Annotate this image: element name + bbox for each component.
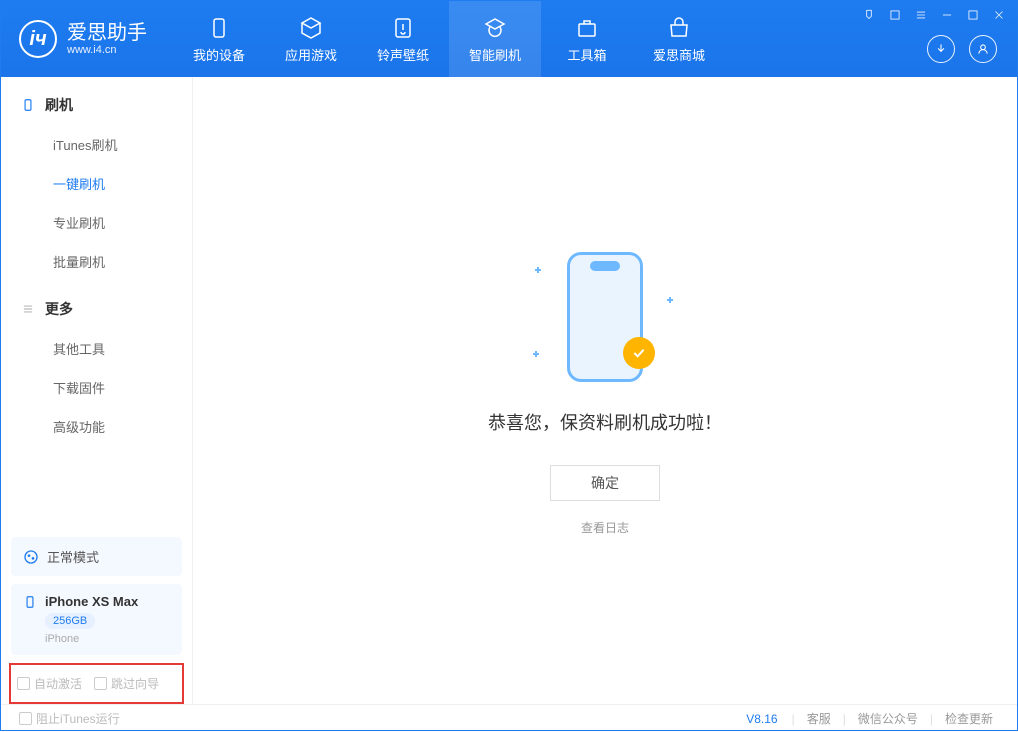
checkbox-label: 阻止iTunes运行	[36, 710, 120, 727]
footer: 阻止iTunes运行 V8.16 | 客服 | 微信公众号 | 检查更新	[1, 704, 1017, 732]
profile-button[interactable]	[969, 35, 997, 63]
skin-icon[interactable]	[887, 7, 903, 23]
top-nav: 我的设备 应用游戏 铃声壁纸 智能刷机 工具箱 爱思商城	[173, 1, 725, 77]
footer-link-support[interactable]: 客服	[801, 710, 837, 727]
sparkle-icon	[533, 351, 539, 357]
download-button[interactable]	[927, 35, 955, 63]
device-status[interactable]: 正常模式	[11, 537, 182, 576]
separator: |	[792, 712, 795, 726]
sidebar-item-download-firmware[interactable]: 下载固件	[1, 368, 192, 407]
header: iч 爱思助手 www.i4.cn 我的设备 应用游戏 铃声壁纸 智能刷机 工具…	[1, 1, 1017, 77]
body: 刷机 iTunes刷机 一键刷机 专业刷机 批量刷机 更多 其他工具 下载固件 …	[1, 77, 1017, 704]
device-icon	[23, 595, 37, 609]
checkbox-label: 跳过向导	[111, 675, 159, 692]
logo-area: iч 爱思助手 www.i4.cn	[1, 1, 165, 77]
nav-label: 应用游戏	[285, 45, 337, 64]
sidebar-group-flash: 刷机	[1, 77, 192, 125]
check-badge-icon	[623, 337, 655, 369]
checkbox-row: 自动激活 跳过向导	[9, 663, 184, 704]
status-icon	[23, 549, 39, 565]
nav-toolbox[interactable]: 工具箱	[541, 1, 633, 77]
minimize-icon[interactable]	[939, 7, 955, 23]
checkbox-auto-activate[interactable]: 自动激活	[17, 675, 82, 692]
footer-link-update[interactable]: 检查更新	[939, 710, 999, 727]
separator: |	[843, 712, 846, 726]
sidebar-item-pro-flash[interactable]: 专业刷机	[1, 203, 192, 242]
checkbox-box	[94, 677, 107, 690]
list-icon	[21, 302, 35, 316]
nav-store[interactable]: 爱思商城	[633, 1, 725, 77]
group-title: 更多	[45, 299, 73, 319]
sidebar: 刷机 iTunes刷机 一键刷机 专业刷机 批量刷机 更多 其他工具 下载固件 …	[1, 77, 193, 704]
nav-my-device[interactable]: 我的设备	[173, 1, 265, 77]
success-message: 恭喜您，保资料刷机成功啦！	[488, 409, 722, 435]
checkbox-label: 自动激活	[34, 675, 82, 692]
device-icon	[206, 15, 232, 41]
music-icon	[390, 15, 416, 41]
cube-icon	[298, 15, 324, 41]
nav-label: 工具箱	[567, 45, 606, 64]
nav-apps[interactable]: 应用游戏	[265, 1, 357, 77]
sparkle-icon	[535, 267, 541, 273]
confirm-button[interactable]: 确定	[550, 465, 660, 501]
checkbox-box	[19, 712, 32, 725]
checkbox-block-itunes[interactable]: 阻止iTunes运行	[19, 710, 120, 727]
group-title: 刷机	[45, 95, 73, 115]
separator: |	[930, 712, 933, 726]
toolbox-icon	[574, 15, 600, 41]
nav-label: 我的设备	[193, 45, 245, 64]
version-label: V8.16	[746, 712, 777, 726]
header-actions	[927, 35, 997, 63]
status-label: 正常模式	[47, 547, 99, 566]
close-icon[interactable]	[991, 7, 1007, 23]
device-name: iPhone XS Max	[45, 594, 138, 609]
sidebar-item-batch-flash[interactable]: 批量刷机	[1, 242, 192, 281]
menu-icon[interactable]	[913, 7, 929, 23]
nav-ringtones[interactable]: 铃声壁纸	[357, 1, 449, 77]
refresh-icon	[482, 15, 508, 41]
sparkle-icon	[667, 297, 673, 303]
device-name-row: iPhone XS Max	[23, 594, 138, 609]
device-info[interactable]: iPhone XS Max 256GB iPhone	[11, 584, 182, 655]
shop-icon	[666, 15, 692, 41]
footer-left: 阻止iTunes运行	[19, 710, 120, 727]
checkbox-box	[17, 677, 30, 690]
sidebar-item-oneclick-flash[interactable]: 一键刷机	[1, 164, 192, 203]
sidebar-item-itunes-flash[interactable]: iTunes刷机	[1, 125, 192, 164]
footer-right: V8.16 | 客服 | 微信公众号 | 检查更新	[746, 710, 999, 727]
footer-link-wechat[interactable]: 微信公众号	[852, 710, 924, 727]
nav-label: 爱思商城	[653, 45, 705, 64]
sidebar-item-advanced[interactable]: 高级功能	[1, 407, 192, 446]
device-type: iPhone	[45, 633, 79, 645]
device-panel: 正常模式 iPhone XS Max 256GB iPhone 自动激活 跳过向…	[1, 527, 192, 704]
logo-text-block: 爱思助手 www.i4.cn	[67, 22, 147, 56]
checkbox-skip-guide[interactable]: 跳过向导	[94, 675, 159, 692]
view-log-link[interactable]: 查看日志	[581, 519, 629, 536]
success-illustration	[525, 247, 685, 387]
window-controls	[861, 7, 1007, 23]
sidebar-group-more: 更多	[1, 281, 192, 329]
device-capacity: 256GB	[45, 613, 95, 629]
feedback-icon[interactable]	[861, 7, 877, 23]
sidebar-item-other-tools[interactable]: 其他工具	[1, 329, 192, 368]
app-subtitle: www.i4.cn	[67, 44, 147, 56]
nav-label: 铃声壁纸	[377, 45, 429, 64]
main-content: 恭喜您，保资料刷机成功啦！ 确定 查看日志	[193, 77, 1017, 704]
phone-icon	[21, 98, 35, 112]
app-title: 爱思助手	[67, 22, 147, 44]
logo-icon: iч	[19, 20, 57, 58]
nav-flash[interactable]: 智能刷机	[449, 1, 541, 77]
maximize-icon[interactable]	[965, 7, 981, 23]
nav-label: 智能刷机	[469, 45, 521, 64]
